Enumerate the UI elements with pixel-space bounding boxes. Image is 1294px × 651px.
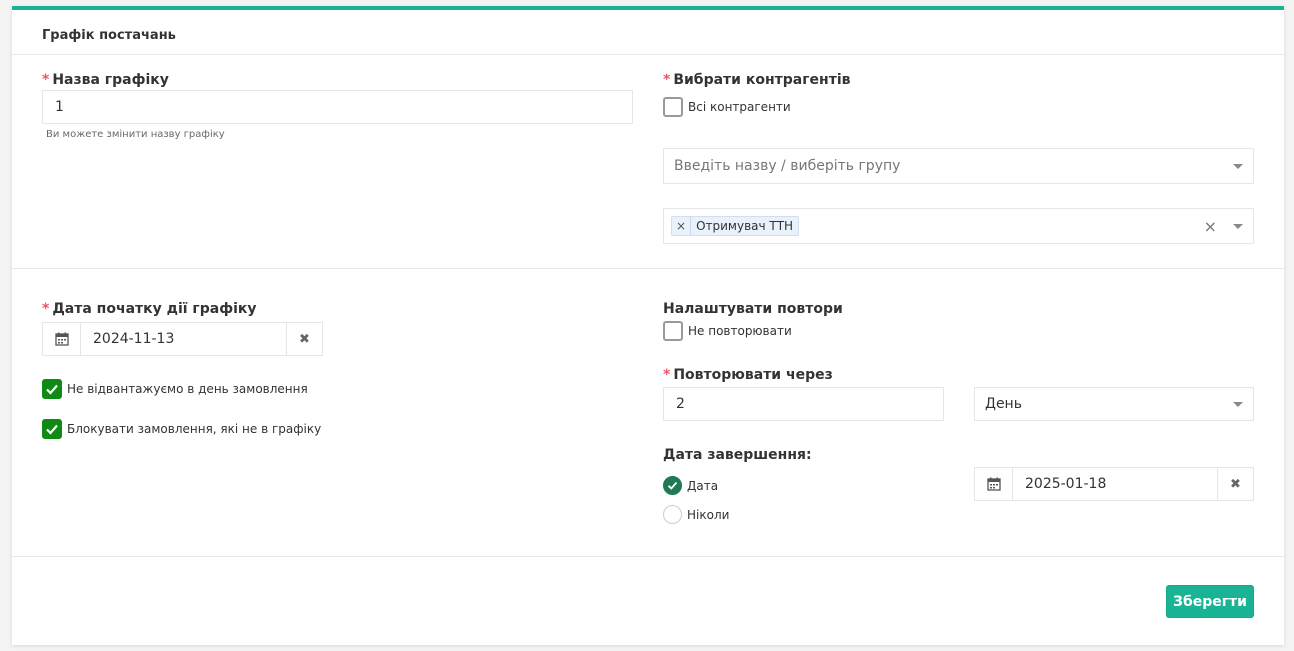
end-date-label: Дата завершення:: [663, 447, 812, 463]
checkbox-checked[interactable]: [42, 419, 62, 439]
contractor-multiselect[interactable]: × Отримувач ТТН ×: [663, 208, 1254, 244]
save-button[interactable]: Зберегти: [1166, 585, 1254, 618]
schedule-name-input[interactable]: 1: [42, 90, 633, 124]
calendar-icon[interactable]: [975, 468, 1013, 500]
end-date-radio-never[interactable]: Ніколи: [663, 505, 729, 524]
selected-tag-label: Отримувач ТТН: [696, 219, 794, 233]
radio-checked-icon[interactable]: [663, 476, 682, 495]
end-date-radio-never-label: Ніколи: [687, 507, 730, 522]
all-contractors-label: Всі контрагенти: [688, 100, 791, 114]
chevron-down-icon[interactable]: [1233, 402, 1243, 407]
clear-icon[interactable]: ×: [1204, 217, 1217, 236]
start-date-group: 2024-11-13 ✖: [42, 322, 323, 356]
schedule-name-hint: Ви можете змінити назву графіку: [46, 129, 225, 140]
all-contractors-checkbox[interactable]: Всі контрагенти: [663, 97, 791, 117]
selected-tag: × Отримувач ТТН: [671, 216, 800, 236]
block-orders-checkbox[interactable]: Блокувати замовлення, які не в графіку: [42, 419, 321, 439]
no-ship-order-day-label: Не відвантажуємо в день замовлення: [67, 382, 308, 396]
divider: [12, 268, 1284, 269]
repeat-unit-select[interactable]: День: [974, 387, 1254, 421]
chevron-down-icon[interactable]: [1233, 224, 1243, 229]
end-date-input[interactable]: 2025-01-18: [1013, 468, 1217, 500]
radio-empty-icon[interactable]: [663, 505, 682, 524]
tag-remove-icon[interactable]: ×: [672, 217, 692, 235]
checkbox-empty[interactable]: [663, 97, 683, 117]
checkbox-empty[interactable]: [663, 321, 683, 341]
contractor-group-select[interactable]: Введіть назву / виберіть групу: [663, 148, 1254, 184]
schedule-name-label: * Назва графіку: [42, 72, 169, 88]
end-date-radio-date[interactable]: Дата: [663, 476, 718, 495]
checkbox-checked[interactable]: [42, 379, 62, 399]
repeat-every-input[interactable]: 2: [663, 387, 944, 421]
block-orders-label: Блокувати замовлення, які не в графіку: [67, 422, 322, 436]
end-date-group: 2025-01-18 ✖: [974, 467, 1254, 501]
end-date-radio-date-label: Дата: [687, 478, 719, 493]
clear-date-icon[interactable]: ✖: [1217, 468, 1253, 500]
divider: [12, 54, 1284, 55]
repeat-every-label: * Повторювати через: [663, 367, 833, 383]
schedule-panel: Графік постачань * Назва графіку 1 Ви мож…: [12, 6, 1284, 645]
repeat-settings-label: Налаштувати повтори: [663, 301, 843, 317]
panel-title: Графік постачань: [42, 28, 176, 43]
no-repeat-label: Не повторювати: [688, 324, 792, 338]
contractors-label: * Вибрати контрагентів: [663, 72, 851, 88]
no-ship-order-day-checkbox[interactable]: Не відвантажуємо в день замовлення: [42, 379, 308, 399]
divider: [12, 556, 1284, 557]
start-date-input[interactable]: 2024-11-13: [81, 323, 286, 355]
repeat-unit-value: День: [985, 396, 1022, 412]
contractor-group-placeholder: Введіть назву / виберіть групу: [674, 158, 901, 174]
calendar-icon[interactable]: [43, 323, 81, 355]
no-repeat-checkbox[interactable]: Не повторювати: [663, 321, 792, 341]
chevron-down-icon[interactable]: [1233, 164, 1243, 169]
start-date-label: * Дата початку дії графіку: [42, 301, 257, 317]
clear-date-icon[interactable]: ✖: [286, 323, 322, 355]
